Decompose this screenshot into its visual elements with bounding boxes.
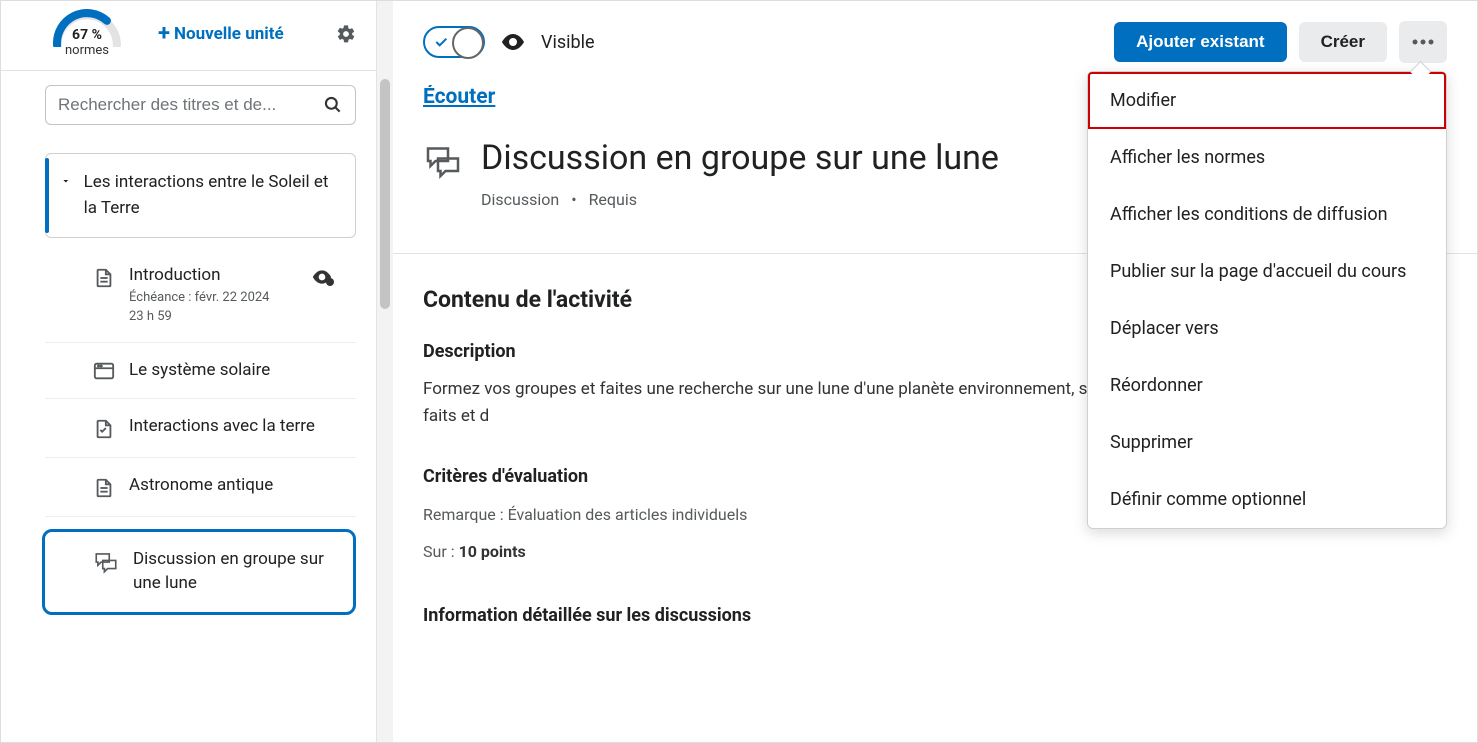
item-meta: Échéance : févr. 22 2024 <box>129 290 342 307</box>
tree-item[interactable]: Le système solaire <box>45 343 356 400</box>
ellipsis-icon <box>1411 39 1435 45</box>
document-icon <box>93 476 115 500</box>
more-options-button[interactable] <box>1399 21 1447 63</box>
activity-type: Discussion <box>481 190 559 209</box>
caret-down-icon <box>60 174 72 188</box>
content-tree: Les interactions entre le Soleil et la T… <box>45 153 356 615</box>
item-title: Astronome antique <box>129 474 342 498</box>
search-input[interactable] <box>58 95 315 115</box>
scrollbar[interactable] <box>377 1 393 742</box>
tree-item-selected[interactable]: Discussion en groupe sur une lune <box>42 529 356 615</box>
tree-item[interactable]: Interactions avec la terre <box>45 399 356 458</box>
new-unit-label: Nouvelle unité <box>174 24 284 44</box>
visibility-label: Visible <box>541 32 595 53</box>
check-icon <box>433 34 449 50</box>
new-unit-button[interactable]: + Nouvelle unité <box>158 23 284 45</box>
out-of-label: Sur : <box>423 542 459 561</box>
webpage-icon <box>93 361 115 381</box>
item-title: Introduction <box>129 264 342 288</box>
sidebar-body: Les interactions entre le Soleil et la T… <box>1 71 376 742</box>
menu-item-publish-homepage[interactable]: Publier sur la page d'accueil du cours <box>1088 243 1446 300</box>
assignment-icon <box>93 417 115 441</box>
listen-link[interactable]: Écouter <box>423 85 495 109</box>
plus-icon: + <box>158 23 170 45</box>
standards-gauge[interactable]: 67 % normes <box>46 9 128 58</box>
sidebar: 67 % normes + Nouvelle unité Les interac… <box>1 1 377 742</box>
item-meta: 23 h 59 <box>129 309 342 326</box>
unit-row[interactable]: Les interactions entre le Soleil et la T… <box>45 153 356 238</box>
unit-children: Introduction Échéance : févr. 22 2024 23… <box>45 248 356 615</box>
discussion-icon <box>423 143 463 179</box>
tree-item[interactable]: Introduction Échéance : févr. 22 2024 23… <box>45 248 356 343</box>
visibility-badge-icon <box>312 270 332 284</box>
top-actions: Ajouter existant Créer <box>1114 21 1447 63</box>
menu-item-delete[interactable]: Supprimer <box>1088 414 1446 471</box>
item-title: Interactions avec la terre <box>129 415 342 439</box>
discussion-icon <box>93 550 119 574</box>
item-title: Discussion en groupe sur une lune <box>133 548 339 596</box>
search-input-wrap[interactable] <box>45 85 356 125</box>
menu-item-move-to[interactable]: Déplacer vers <box>1088 300 1446 357</box>
more-options-menu: Modifier Afficher les normes Afficher le… <box>1087 71 1447 529</box>
activity-required: Requis <box>589 190 637 209</box>
toggle-knob <box>452 27 484 59</box>
title-block: Discussion en groupe sur une lune Discus… <box>481 137 999 209</box>
item-title: Le système solaire <box>129 359 342 383</box>
eye-icon <box>501 33 525 51</box>
main-panel: Visible Ajouter existant Créer Écouter D… <box>393 1 1477 742</box>
unit-title: Les interactions entre le Soleil et la T… <box>84 170 337 221</box>
gear-icon[interactable] <box>336 24 356 44</box>
menu-item-reorder[interactable]: Réordonner <box>1088 357 1446 414</box>
document-icon <box>93 266 115 290</box>
sidebar-header: 67 % normes + Nouvelle unité <box>1 1 376 64</box>
separator: • <box>571 190 576 209</box>
menu-item-modifier[interactable]: Modifier <box>1088 72 1446 129</box>
create-button[interactable]: Créer <box>1299 22 1387 62</box>
menu-item-show-standards[interactable]: Afficher les normes <box>1088 129 1446 186</box>
search-icon <box>323 95 343 115</box>
menu-item-release-conditions[interactable]: Afficher les conditions de diffusion <box>1088 186 1446 243</box>
scrollbar-thumb[interactable] <box>380 79 390 309</box>
activity-title: Discussion en groupe sur une lune <box>481 137 999 180</box>
add-existing-button[interactable]: Ajouter existant <box>1114 22 1286 62</box>
details-heading: Information détaillée sur les discussion… <box>423 605 1447 626</box>
title-meta: Discussion • Requis <box>481 190 999 209</box>
visibility-toggle[interactable] <box>423 26 485 58</box>
out-of-value: 10 points <box>459 542 526 561</box>
gauge-percent: 67 % <box>46 27 128 43</box>
gauge-label: normes <box>65 43 109 58</box>
criteria-score: Sur : 10 points <box>423 542 1447 561</box>
menu-item-set-optional[interactable]: Définir comme optionnel <box>1088 471 1446 528</box>
tree-item[interactable]: Astronome antique <box>45 458 356 517</box>
